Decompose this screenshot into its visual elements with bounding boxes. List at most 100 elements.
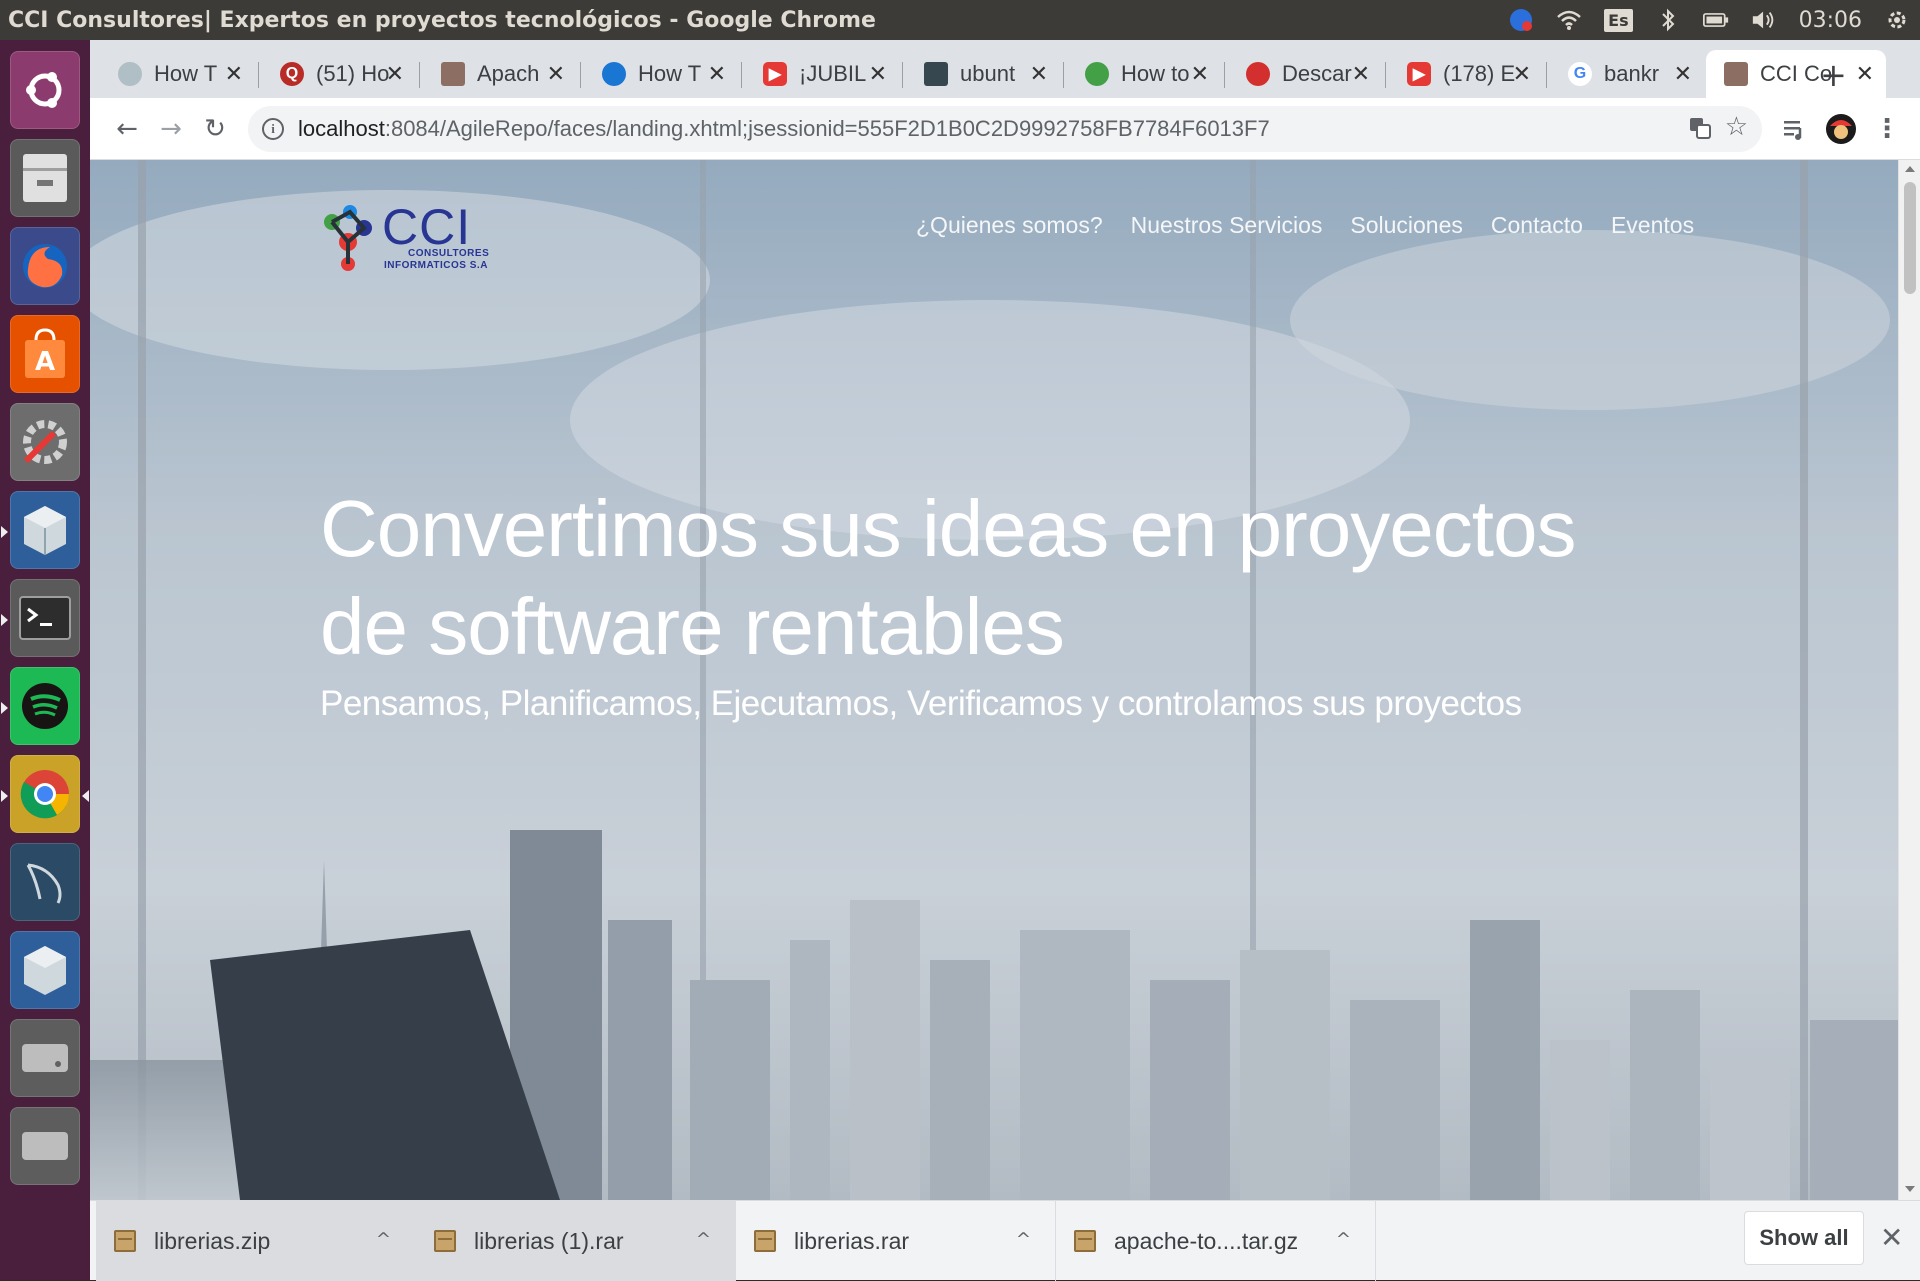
- tab-5[interactable]: ubunt ✕: [906, 50, 1060, 98]
- telegram-icon[interactable]: [1508, 7, 1534, 33]
- tab-close-icon[interactable]: ✕: [1352, 61, 1370, 87]
- chevron-up-icon[interactable]: ^: [1336, 1229, 1351, 1250]
- tab-close-icon[interactable]: ✕: [1030, 61, 1048, 87]
- tab-9[interactable]: G bankr ✕: [1550, 50, 1704, 98]
- launcher-files[interactable]: [7, 134, 83, 222]
- dolphin-icon: [10, 843, 80, 921]
- media-queue-icon[interactable]: [1776, 110, 1814, 148]
- cci-logo[interactable]: CCI CONSULTORES INFORMATICOS S.A: [318, 198, 518, 284]
- file-cabinet-icon: [10, 139, 80, 217]
- download-item[interactable]: apache-to....tar.gz ^: [1056, 1201, 1376, 1281]
- launcher-terminal[interactable]: [1, 574, 83, 662]
- wrench-gear-icon: [10, 403, 80, 481]
- new-tab-button[interactable]: +: [1820, 56, 1847, 94]
- battery-icon[interactable]: [1702, 7, 1729, 33]
- tab-close-icon[interactable]: ✕: [225, 61, 243, 87]
- svg-text:A: A: [35, 347, 55, 377]
- address-bar[interactable]: i localhost:8084/AgileRepo/faces/landing…: [248, 106, 1762, 152]
- nav-link-contacto[interactable]: Contacto: [1491, 212, 1583, 239]
- tab-4[interactable]: ▶ ¡JUBIL ✕: [745, 50, 899, 98]
- tab-close-icon[interactable]: ✕: [1674, 61, 1692, 87]
- chrome-icon: [10, 755, 80, 833]
- launcher-disk[interactable]: [7, 1014, 83, 1102]
- tab-2[interactable]: Apach ✕: [423, 50, 577, 98]
- launcher-virtualbox[interactable]: [1, 486, 83, 574]
- chevron-up-icon[interactable]: ^: [696, 1229, 711, 1250]
- bluetooth-icon[interactable]: [1655, 7, 1681, 33]
- tab-close-icon[interactable]: ✕: [547, 61, 565, 87]
- settings-gear-icon[interactable]: [1884, 7, 1910, 33]
- tab-8[interactable]: ▶ (178) E ✕: [1389, 50, 1543, 98]
- bookmark-star-icon[interactable]: ☆: [1725, 112, 1748, 142]
- download-item[interactable]: librerias (1).rar ^: [416, 1201, 736, 1281]
- tab-6[interactable]: How to ✕: [1067, 50, 1221, 98]
- nav-link-quienes-somos[interactable]: ¿Quienes somos?: [916, 212, 1103, 239]
- clock[interactable]: 03:06: [1799, 8, 1862, 33]
- window-title: CCI Consultores| Expertos en proyectos t…: [8, 7, 876, 33]
- tab-close-icon[interactable]: ✕: [386, 61, 404, 87]
- volume-icon[interactable]: [1751, 7, 1777, 33]
- show-all-downloads-button[interactable]: Show all: [1744, 1211, 1864, 1265]
- url-text[interactable]: localhost:8084/AgileRepo/faces/landing.x…: [298, 116, 1270, 142]
- tab-0[interactable]: How T ✕: [100, 50, 255, 98]
- download-item[interactable]: librerias.zip ^: [96, 1201, 416, 1281]
- archive-file-icon: [754, 1230, 776, 1252]
- tab-close-icon[interactable]: ✕: [1191, 61, 1209, 87]
- tab-favicon-icon: [1246, 62, 1270, 86]
- tab-close-icon[interactable]: ✕: [1856, 61, 1874, 87]
- launcher-system-settings[interactable]: [7, 398, 83, 486]
- running-indicator: [1, 614, 8, 626]
- launcher-mysql-workbench[interactable]: [7, 838, 83, 926]
- scroll-up-arrow-icon[interactable]: [1905, 166, 1915, 172]
- tab-close-icon[interactable]: ✕: [1513, 61, 1531, 87]
- shopping-bag-icon: A: [10, 315, 80, 393]
- hero-background-image: [90, 160, 1898, 1200]
- profile-avatar[interactable]: [1822, 110, 1860, 148]
- wifi-icon[interactable]: [1556, 7, 1582, 33]
- page-viewport: CCI CONSULTORES INFORMATICOS S.A ¿Quiene…: [90, 160, 1898, 1200]
- nav-link-soluciones[interactable]: Soluciones: [1350, 212, 1463, 239]
- nav-link-servicios[interactable]: Nuestros Servicios: [1131, 212, 1323, 239]
- download-item[interactable]: librerias.rar ^: [736, 1201, 1056, 1281]
- launcher-virtualbox-2[interactable]: [7, 926, 83, 1014]
- tab-favicon-icon: Q: [280, 62, 304, 86]
- archive-file-icon: [1074, 1230, 1096, 1252]
- launcher-firefox[interactable]: [7, 222, 83, 310]
- tab-10-active[interactable]: CCI Co ✕: [1706, 50, 1886, 98]
- more-menu-icon[interactable]: ⋮: [1868, 110, 1906, 148]
- tab-3[interactable]: How T ✕: [584, 50, 738, 98]
- tab-close-icon[interactable]: ✕: [869, 61, 887, 87]
- translate-icon[interactable]: [1688, 116, 1712, 146]
- logo-subtitle-1: CONSULTORES: [408, 248, 490, 259]
- tab-close-icon[interactable]: ✕: [708, 61, 726, 87]
- launcher-spotify[interactable]: [1, 662, 83, 750]
- firefox-icon: [10, 227, 80, 305]
- tab-7[interactable]: Descar ✕: [1228, 50, 1382, 98]
- keyboard-layout-indicator[interactable]: Es: [1604, 8, 1633, 32]
- chevron-up-icon[interactable]: ^: [376, 1229, 391, 1250]
- back-arrow-icon[interactable]: ←: [108, 110, 146, 148]
- site-info-icon[interactable]: i: [262, 118, 284, 140]
- tab-strip: How T ✕ Q (51) Ho ✕ Apach ✕ How T ✕ ▶ ¡J…: [90, 40, 1920, 98]
- launcher-disk-2[interactable]: [7, 1102, 83, 1190]
- forward-arrow-icon[interactable]: →: [152, 110, 190, 148]
- reload-icon[interactable]: ↻: [196, 110, 234, 148]
- chevron-up-icon[interactable]: ^: [1016, 1229, 1031, 1250]
- nav-link-eventos[interactable]: Eventos: [1611, 212, 1694, 239]
- hard-drive-icon: [10, 1019, 80, 1097]
- downloads-bar: librerias.zip ^ librerias (1).rar ^ libr…: [90, 1200, 1920, 1281]
- archive-file-icon: [434, 1230, 456, 1252]
- close-downloads-bar-icon[interactable]: ✕: [1880, 1221, 1903, 1254]
- tab-1[interactable]: Q (51) Ho ✕: [262, 50, 416, 98]
- page-scrollbar[interactable]: [1898, 160, 1920, 1200]
- scrollbar-thumb[interactable]: [1904, 182, 1916, 294]
- launcher-software-center[interactable]: A: [7, 310, 83, 398]
- tab-favicon-icon: [1724, 62, 1748, 86]
- launcher-ubuntu-dash[interactable]: [7, 46, 83, 134]
- tab-favicon-icon: [441, 62, 465, 86]
- scroll-down-arrow-icon[interactable]: [1905, 1186, 1915, 1192]
- logo-title: CCI: [382, 199, 472, 255]
- launcher-chrome[interactable]: [1, 750, 89, 838]
- running-indicator: [1, 702, 8, 714]
- cube-icon: [10, 931, 80, 1009]
